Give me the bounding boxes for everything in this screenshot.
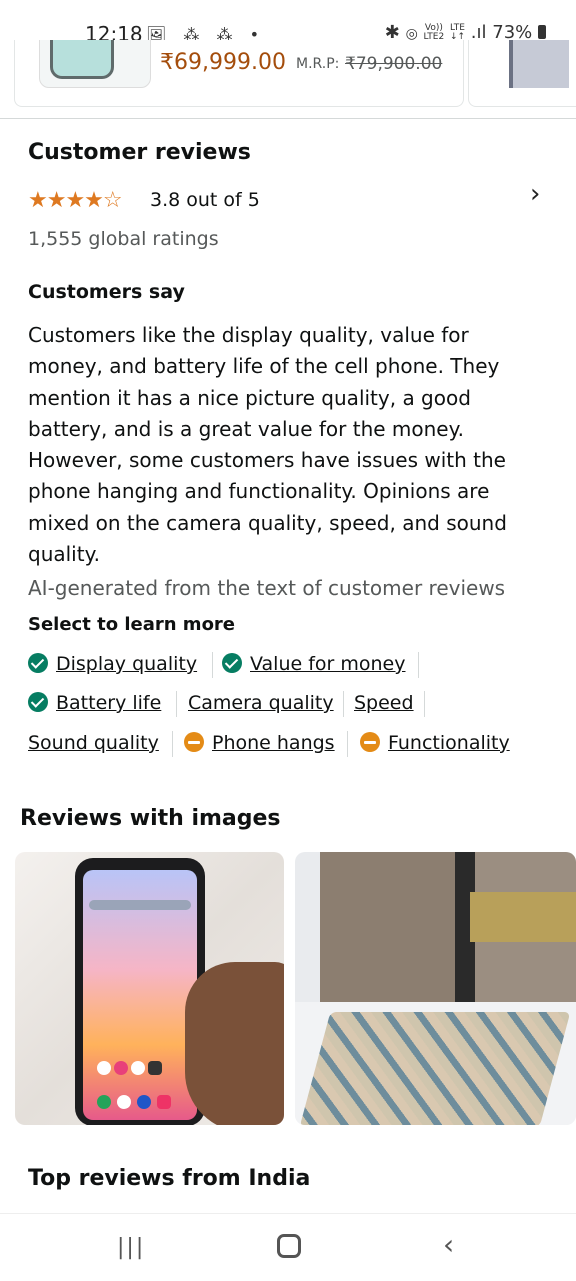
separator	[176, 691, 177, 717]
review-image-phone[interactable]	[15, 852, 284, 1125]
product-price: ₹69,999.00	[160, 50, 286, 75]
check-circle-icon	[28, 692, 48, 712]
phone-image	[50, 40, 114, 79]
rating-text[interactable]: 3.8 out of 5	[150, 189, 260, 211]
aspect-functionality[interactable]: Functionality	[360, 732, 510, 754]
separator	[418, 652, 419, 678]
dock-icons-row	[97, 1094, 183, 1112]
minus-circle-icon	[360, 732, 380, 752]
global-ratings: 1,555 global ratings	[28, 228, 219, 250]
separator	[212, 652, 213, 678]
select-to-learn-more: Select to learn more	[28, 614, 236, 635]
star-rating-icon[interactable]: ★★★★☆	[28, 188, 123, 213]
aspect-value-for-money[interactable]: Value for money	[222, 653, 406, 675]
recents-icon[interactable]: |||	[117, 1235, 145, 1260]
minus-circle-icon	[184, 732, 204, 752]
reviews-with-images-title: Reviews with images	[20, 806, 281, 831]
search-widget	[89, 900, 191, 910]
product-card-next[interactable]	[468, 40, 576, 107]
aspect-sound-quality[interactable]: Sound quality	[28, 732, 159, 754]
divider	[0, 118, 576, 119]
rug	[299, 1012, 571, 1125]
mrp-value: ₹79,900.00	[345, 54, 443, 74]
back-icon[interactable]: ‹	[443, 1228, 454, 1261]
customers-say-title: Customers say	[28, 281, 185, 303]
chevron-right-icon[interactable]: ›	[530, 179, 540, 209]
separator	[343, 691, 344, 717]
separator	[424, 691, 425, 717]
home-icon[interactable]	[277, 1234, 301, 1258]
hand	[185, 962, 284, 1125]
system-nav-bar: ||| ‹	[0, 1213, 576, 1281]
customer-reviews-title: Customer reviews	[28, 140, 251, 165]
aspect-speed[interactable]: Speed	[354, 692, 414, 714]
table	[470, 892, 576, 942]
battery-icon	[538, 25, 546, 39]
top-reviews-title: Top reviews from India	[28, 1166, 311, 1191]
review-summary: Customers like the display quality, valu…	[28, 323, 507, 567]
curtain	[320, 852, 455, 1002]
check-circle-icon	[28, 653, 48, 673]
product-card[interactable]: ₹69,999.00 M.R.P: ₹79,900.00	[14, 40, 464, 107]
separator	[172, 731, 173, 757]
aspect-display-quality[interactable]: Display quality	[28, 653, 197, 675]
ai-generated-note: AI-generated from the text of customer r…	[28, 576, 506, 600]
check-circle-icon	[222, 653, 242, 673]
aspect-battery-life[interactable]: Battery life	[28, 692, 161, 714]
separator	[347, 731, 348, 757]
aspect-camera-quality[interactable]: Camera quality	[188, 692, 334, 714]
product-thumbnail	[509, 40, 569, 88]
mrp-label: M.R.P:	[296, 56, 340, 72]
review-image-room[interactable]	[295, 852, 576, 1125]
app-icons-row	[97, 1060, 183, 1078]
aspect-phone-hangs[interactable]: Phone hangs	[184, 732, 335, 754]
